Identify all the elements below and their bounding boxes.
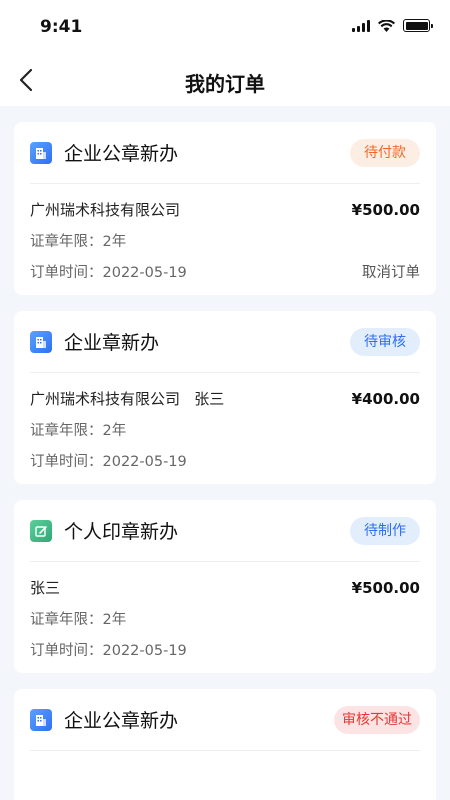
order-title: 企业公章新办	[64, 143, 179, 165]
cancel-order-button[interactable]: 取消订单	[362, 261, 420, 282]
order-card-header: 企业公章新办 待付款	[30, 122, 420, 184]
status-badge: 审核不通过	[334, 705, 420, 734]
order-title: 个人印章新办	[64, 521, 179, 543]
nav-bar: 我的订单	[0, 54, 450, 106]
order-price: ¥500.00	[351, 578, 420, 597]
building-icon	[30, 708, 52, 731]
order-years: 证章年限：2年	[30, 423, 127, 439]
battery-icon	[403, 19, 433, 32]
order-title: 企业公章新办	[64, 710, 179, 732]
order-company: 广州瑞术科技有限公司	[30, 201, 181, 219]
order-years: 证章年限：2年	[30, 612, 127, 628]
order-price: ¥500.00	[351, 200, 420, 219]
order-time: 订单时间：2022-05-19	[30, 265, 187, 281]
status-icons	[352, 19, 433, 32]
order-title: 企业章新办	[64, 332, 160, 354]
page-title: 我的订单	[185, 72, 265, 96]
edit-icon	[30, 519, 52, 542]
order-time: 订单时间：2022-05-19	[30, 454, 187, 470]
order-time: 订单时间：2022-05-19	[30, 643, 187, 659]
cellular-signal-icon	[352, 19, 370, 32]
order-card[interactable]: 企业章新办 待审核 广州瑞术科技有限公司 张三 ¥400.00 证章年限：2年 …	[14, 311, 436, 484]
status-badge: 待制作	[350, 516, 420, 545]
order-card[interactable]: 企业公章新办 审核不通过	[14, 689, 436, 800]
order-list[interactable]: 企业公章新办 待付款 广州瑞术科技有限公司 ¥500.00 证章年限：2年 订单…	[0, 106, 450, 800]
order-card[interactable]: 企业公章新办 待付款 广州瑞术科技有限公司 ¥500.00 证章年限：2年 订单…	[14, 122, 436, 295]
order-company: 张三	[30, 579, 61, 597]
order-card-header: 企业章新办 待审核	[30, 311, 420, 373]
order-company: 广州瑞术科技有限公司 张三	[30, 390, 225, 408]
order-card-header: 企业公章新办 审核不通过	[30, 689, 420, 751]
order-card[interactable]: 个人印章新办 待制作 张三 ¥500.00 证章年限：2年 订单时间：2022-…	[14, 500, 436, 673]
status-time: 9:41	[40, 17, 83, 37]
status-badge: 待审核	[350, 327, 420, 356]
building-icon	[30, 330, 52, 353]
status-bar: 9:41	[0, 0, 450, 54]
order-card-header: 个人印章新办 待制作	[30, 500, 420, 562]
building-icon	[30, 141, 52, 164]
status-badge: 待付款	[350, 138, 420, 167]
wifi-icon	[378, 19, 395, 32]
order-years: 证章年限：2年	[30, 234, 127, 250]
order-price: ¥400.00	[351, 389, 420, 408]
